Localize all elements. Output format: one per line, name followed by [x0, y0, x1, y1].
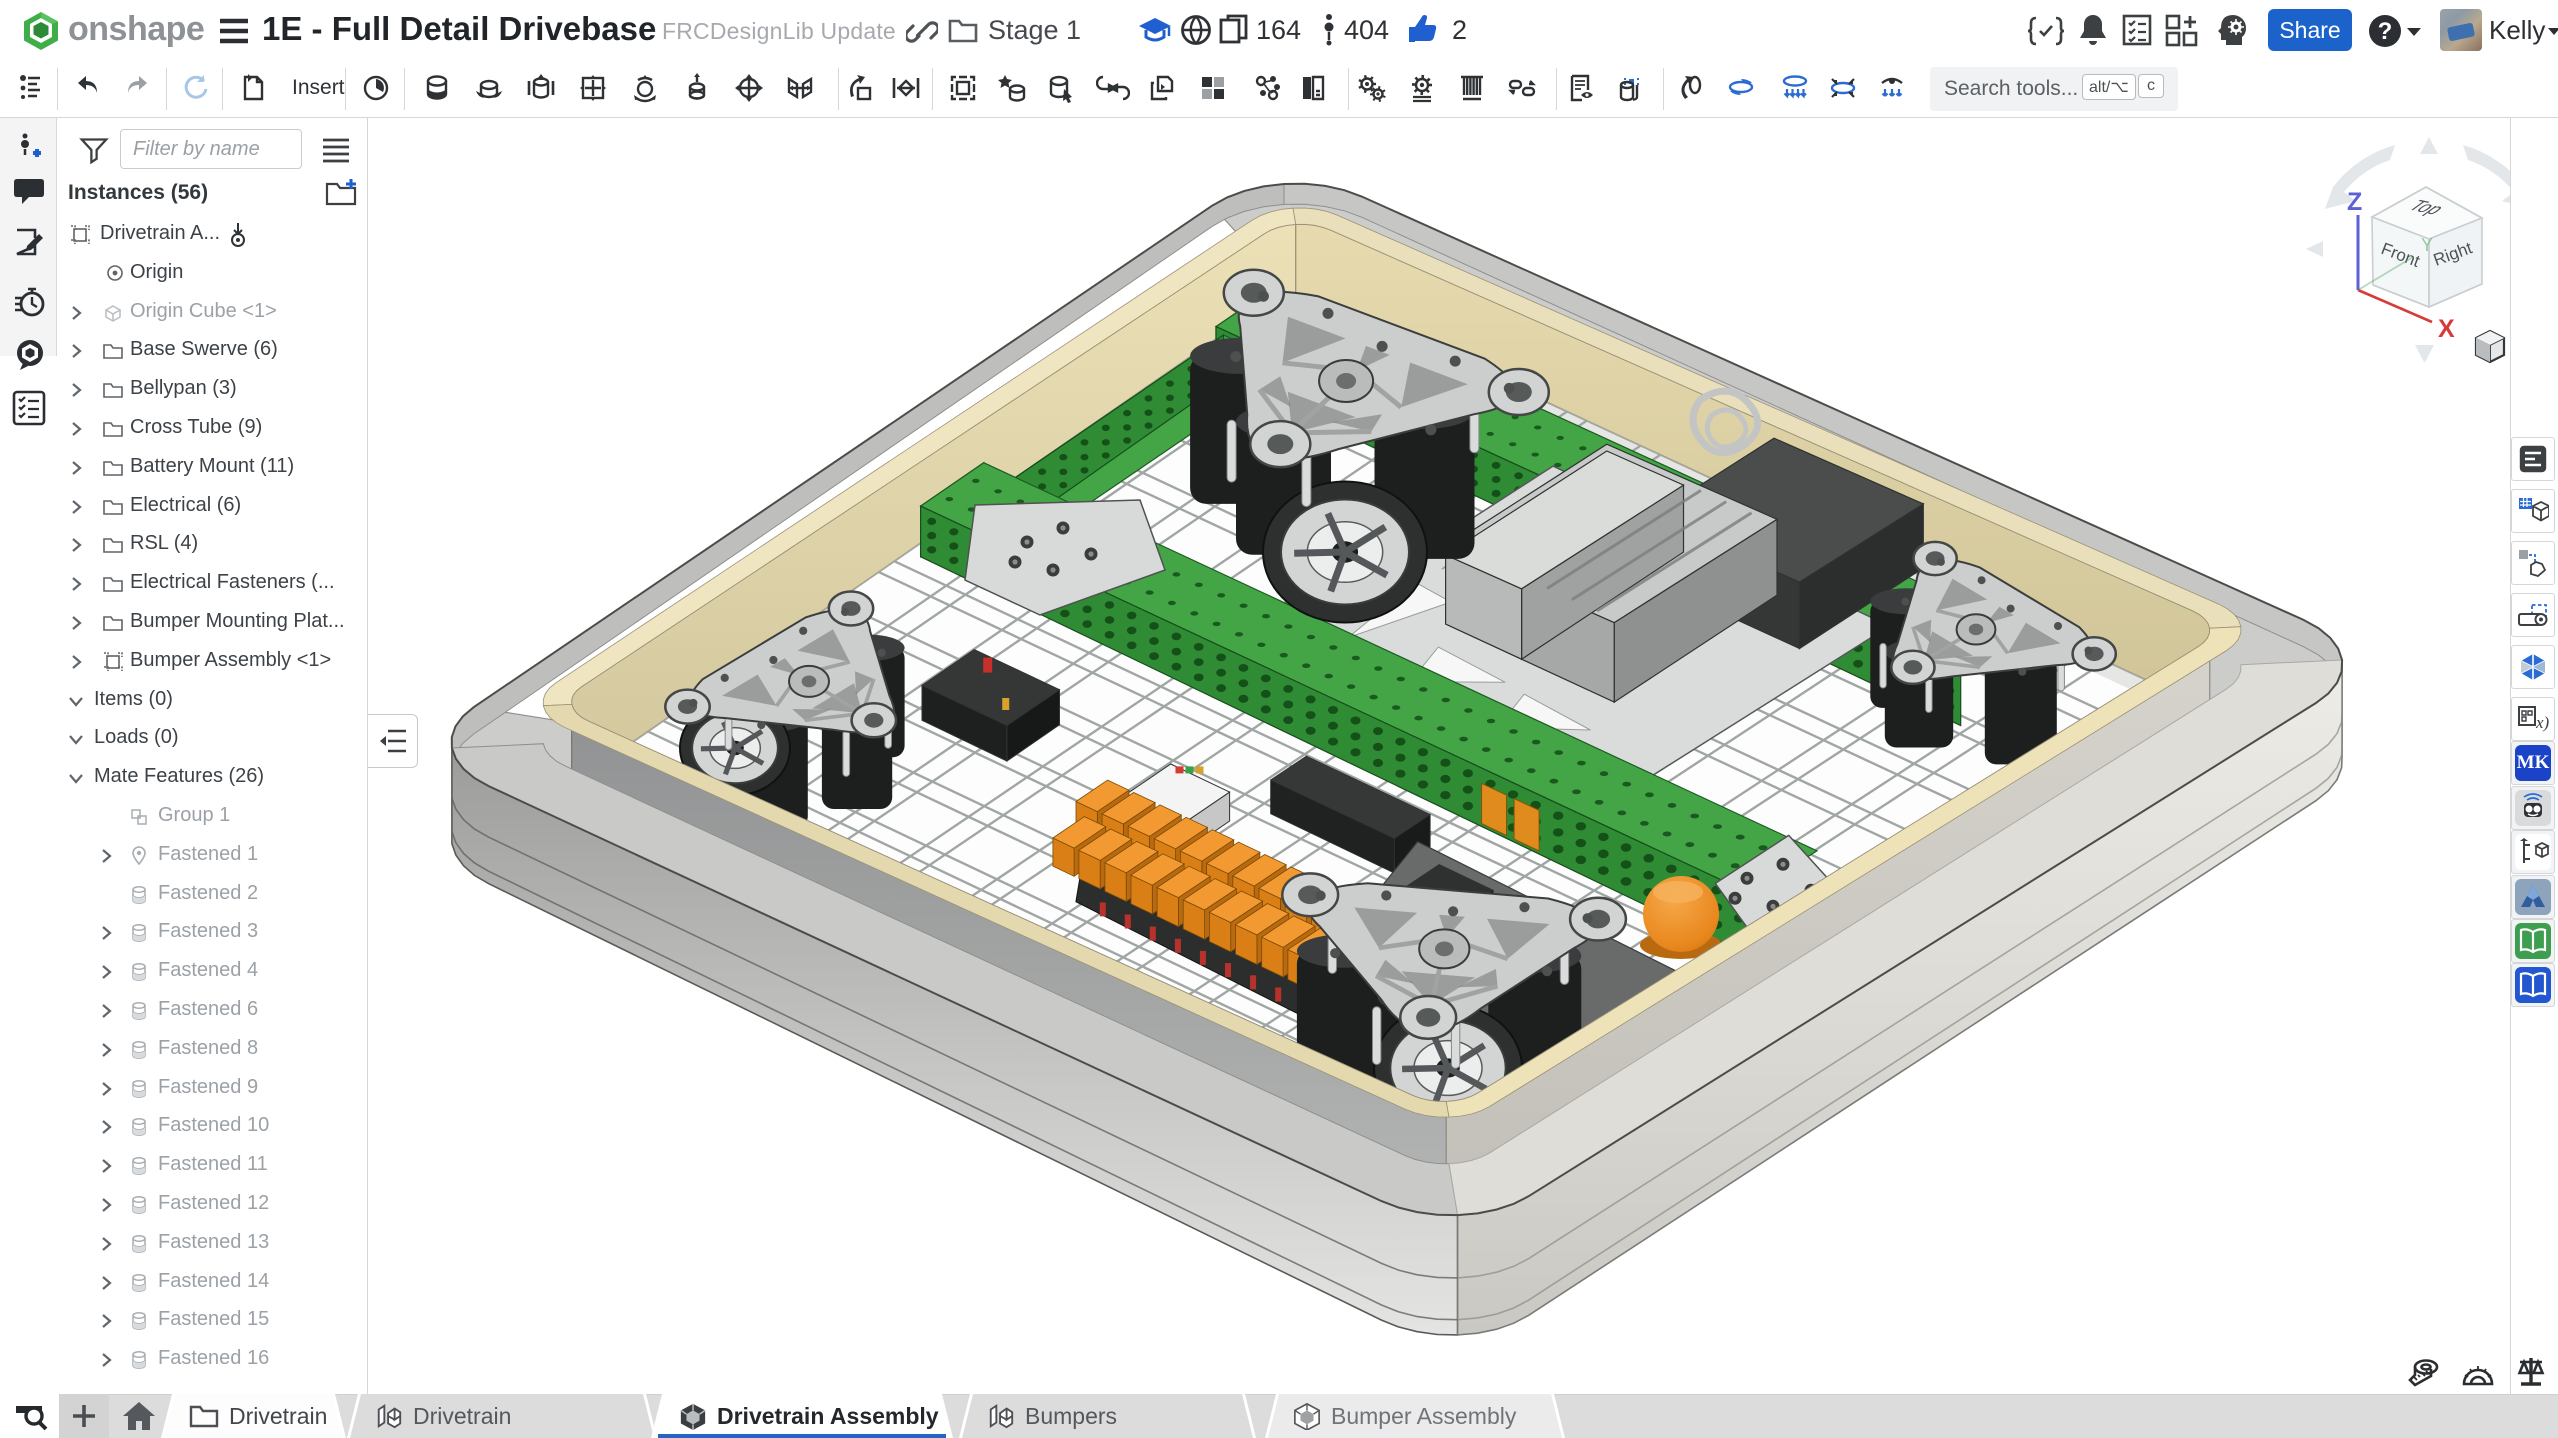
svg-text:?: ?: [2378, 18, 2393, 45]
svg-text:X: X: [2438, 315, 2455, 343]
svg-text:x): x): [2535, 713, 2550, 732]
svg-text:Y: Y: [2421, 235, 2433, 255]
svg-text:Z: Z: [2347, 188, 2362, 216]
